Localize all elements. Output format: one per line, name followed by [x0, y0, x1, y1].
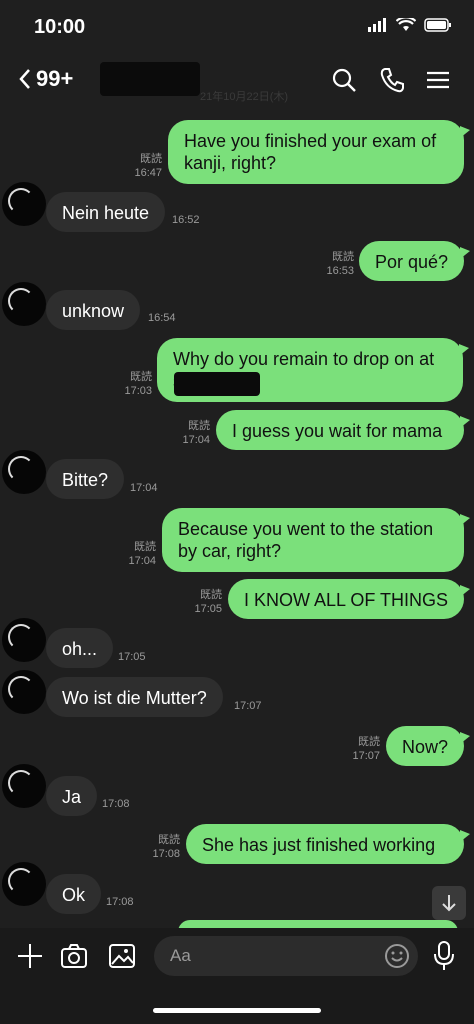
message-bubble-incoming[interactable]: Wo ist die Mutter? — [46, 677, 223, 717]
search-icon[interactable] — [330, 66, 358, 94]
message-bubble-incoming[interactable]: Bitte? — [46, 459, 125, 499]
message-time: 17:04 — [128, 555, 156, 567]
read-receipt: 既読 — [358, 736, 380, 748]
camera-icon[interactable] — [60, 942, 88, 970]
message-bubble-incoming[interactable]: unknow — [46, 290, 141, 330]
avatar[interactable] — [2, 764, 46, 808]
date-fragment: 21年10月22日(木) — [200, 91, 289, 103]
message-bubble-outgoing[interactable]: Now? — [386, 726, 471, 766]
status-time: 10:00 — [34, 16, 86, 38]
read-receipt: 既読 — [158, 834, 180, 846]
status-icons — [368, 18, 452, 32]
read-receipt: 既読 — [200, 589, 222, 601]
message-bubble-incoming[interactable]: oh... — [46, 628, 114, 668]
microphone-icon[interactable] — [432, 940, 456, 972]
message-meta: 既読 17:05 — [180, 588, 222, 616]
avatar[interactable] — [2, 862, 46, 906]
message-bubble-outgoing[interactable]: Have you finished your exam of kanji, ri… — [168, 120, 470, 184]
message-time: 17:04 — [182, 434, 210, 446]
message-bubble-outgoing[interactable]: Because you went to the station by car, … — [162, 508, 470, 572]
message-time: 16:47 — [134, 167, 162, 179]
avatar[interactable] — [2, 450, 46, 494]
message-meta: 既読 17:03 — [110, 370, 152, 398]
message-meta: 既読 17:07 — [338, 735, 380, 763]
phone-icon[interactable] — [378, 66, 406, 94]
home-indicator[interactable] — [153, 1008, 321, 1013]
message-time: 16:53 — [326, 265, 354, 277]
message-bubble-incoming[interactable]: Nein heute — [46, 192, 166, 232]
message-meta: 既読 16:53 — [312, 250, 354, 278]
message-time: 16:54 — [148, 312, 176, 324]
chat-title-redacted — [100, 62, 200, 96]
redacted-station-name — [174, 372, 260, 396]
image-icon[interactable] — [108, 942, 136, 970]
arrow-down-icon — [442, 895, 456, 912]
emoji-icon[interactable] — [384, 943, 410, 969]
unread-count: 99+ — [36, 66, 74, 91]
plus-icon[interactable] — [16, 942, 44, 970]
message-bubble-outgoing[interactable]: Por qué? — [359, 241, 471, 281]
message-time: 17:03 — [124, 385, 152, 397]
message-time: 17:07 — [234, 700, 262, 712]
message-time: 17:05 — [118, 651, 146, 663]
message-time: 17:08 — [106, 896, 134, 908]
message-bubble-incoming[interactable]: Ja — [46, 776, 98, 816]
message-time: 17:07 — [352, 750, 380, 762]
back-button[interactable]: 99+ — [18, 66, 73, 92]
read-receipt: 既読 — [332, 251, 354, 263]
read-receipt: 既読 — [130, 371, 152, 383]
message-meta: 既読 17:04 — [168, 419, 210, 447]
battery-icon — [424, 18, 451, 32]
message-meta: 既読 17:04 — [114, 540, 156, 568]
read-receipt: 既読 — [134, 541, 156, 553]
message-time: 17:05 — [194, 603, 222, 615]
message-meta: 既読 17:08 — [138, 833, 180, 861]
message-bubble-incoming[interactable]: Ok — [46, 874, 102, 914]
message-time: 17:08 — [152, 848, 180, 860]
read-receipt: 既読 — [188, 420, 210, 432]
message-bubble-outgoing[interactable]: I guess you wait for mama — [216, 410, 470, 450]
message-time: 17:08 — [102, 798, 130, 810]
avatar[interactable] — [2, 618, 46, 662]
avatar[interactable] — [2, 670, 46, 714]
menu-icon[interactable] — [424, 66, 452, 94]
message-input[interactable]: Aa — [154, 936, 418, 976]
avatar[interactable] — [2, 182, 46, 226]
message-time: 16:52 — [172, 214, 200, 226]
avatar[interactable] — [2, 282, 46, 326]
chevron-left-icon — [19, 69, 30, 89]
read-receipt: 既読 — [140, 153, 162, 165]
message-time: 17:04 — [130, 482, 158, 494]
scroll-to-bottom-button[interactable] — [432, 886, 466, 920]
message-bubble-outgoing[interactable]: I KNOW ALL OF THINGS — [228, 579, 470, 619]
message-bubble-outgoing[interactable]: She has just finished working — [186, 824, 470, 864]
signal-icon — [368, 18, 386, 32]
message-meta: 既読 16:47 — [120, 152, 162, 180]
wifi-icon — [396, 18, 416, 31]
